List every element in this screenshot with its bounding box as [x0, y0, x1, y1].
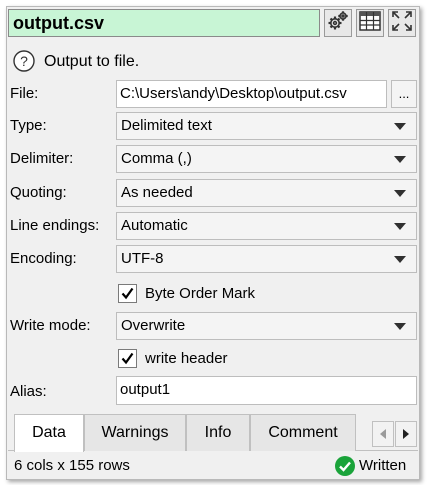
tab-scroll-right-button[interactable] — [395, 421, 417, 447]
line-endings-select[interactable]: Automatic — [116, 212, 417, 240]
write-header-label: write header — [145, 349, 228, 367]
line-endings-value: Automatic — [121, 217, 188, 234]
svg-text:?: ? — [20, 53, 28, 69]
alias-input[interactable]: output1 — [116, 376, 417, 405]
write-mode-select[interactable]: Overwrite — [116, 312, 417, 340]
table-icon — [359, 11, 381, 35]
write-header-checkbox-row[interactable]: write header — [118, 344, 228, 372]
chevron-down-icon — [394, 323, 406, 330]
write-mode-label: Write mode: — [10, 317, 91, 334]
chevron-down-icon — [394, 123, 406, 130]
tab-warnings[interactable]: Warnings — [84, 414, 186, 451]
chevron-down-icon — [394, 223, 406, 230]
question-mark-icon: ? — [12, 50, 36, 77]
file-label: File: — [10, 85, 39, 102]
checkmark-icon — [121, 287, 134, 299]
encoding-label: Encoding: — [10, 250, 77, 267]
write-mode-value: Overwrite — [121, 317, 186, 334]
tab-info[interactable]: Info — [186, 414, 250, 451]
expand-icon — [391, 10, 413, 36]
line-endings-label: Line endings: — [10, 217, 100, 234]
check-circle-icon — [334, 455, 358, 479]
browse-button[interactable]: ... — [391, 80, 417, 108]
output-panel — [6, 6, 420, 480]
tab-data[interactable]: Data — [14, 414, 84, 452]
tab-comment[interactable]: Comment — [250, 414, 356, 451]
bom-label: Byte Order Mark — [145, 284, 256, 302]
alias-label: Alias: — [10, 383, 47, 400]
chevron-left-icon — [380, 429, 386, 439]
file-path-input[interactable]: C:\Users\andy\Desktop\output.csv — [116, 80, 387, 108]
delimiter-value: Comma (,) — [121, 150, 192, 167]
write-header-checkbox[interactable] — [118, 348, 137, 368]
type-value: Delimited text — [121, 117, 212, 134]
status-written: Written — [359, 457, 407, 474]
quoting-label: Quoting: — [10, 184, 67, 201]
chevron-right-icon — [403, 429, 409, 439]
gears-icon — [326, 9, 350, 37]
delimiter-label: Delimiter: — [10, 150, 74, 167]
checkmark-icon — [121, 352, 134, 364]
expand-button[interactable] — [388, 9, 416, 37]
bom-checkbox-row[interactable]: Byte Order Mark — [118, 279, 255, 307]
quoting-value: As needed — [121, 184, 193, 201]
settings-button[interactable] — [324, 9, 352, 37]
chevron-down-icon — [394, 190, 406, 197]
type-select[interactable]: Delimited text — [116, 112, 417, 140]
dimensions-text: 6 cols x 155 rows — [14, 457, 130, 474]
encoding-value: UTF-8 — [121, 250, 164, 267]
encoding-select[interactable]: UTF-8 — [116, 245, 417, 273]
chevron-down-icon — [394, 156, 406, 163]
delimiter-select[interactable]: Comma (,) — [116, 145, 417, 173]
table-view-button[interactable] — [356, 9, 384, 37]
type-label: Type: — [10, 117, 47, 134]
bom-checkbox[interactable] — [118, 283, 137, 303]
filename-title[interactable]: output.csv — [8, 9, 320, 37]
quoting-select[interactable]: As needed — [116, 179, 417, 207]
help-button[interactable]: ? — [12, 49, 36, 73]
description-text: Output to file. — [44, 53, 140, 70]
chevron-down-icon — [394, 256, 406, 263]
tab-scroll-left-button[interactable] — [372, 421, 394, 447]
